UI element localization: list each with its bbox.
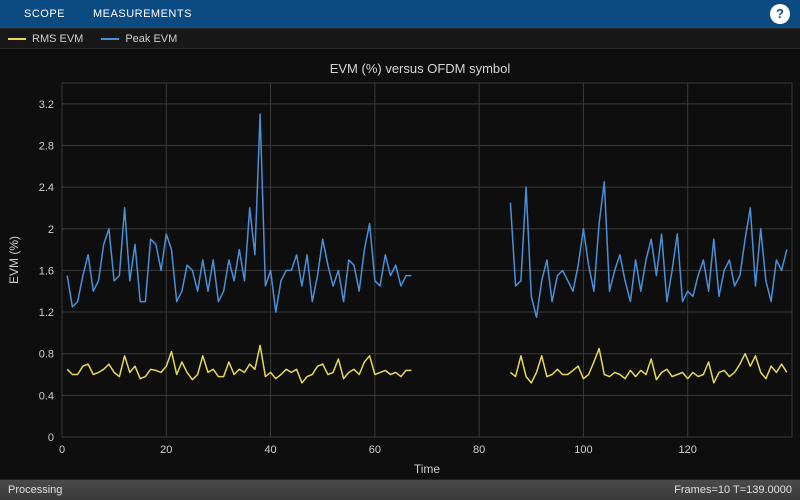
svg-text:120: 120	[679, 444, 697, 456]
x-axis-label: Time	[414, 462, 441, 476]
svg-text:20: 20	[160, 444, 172, 456]
chart-title: EVM (%) versus OFDM symbol	[330, 61, 511, 76]
legend-bar: RMS EVM Peak EVM	[0, 28, 800, 49]
svg-text:3.2: 3.2	[39, 99, 54, 111]
legend-swatch-peak	[101, 38, 119, 40]
svg-text:1.6: 1.6	[39, 265, 54, 277]
svg-text:40: 40	[264, 444, 276, 456]
svg-text:0: 0	[48, 432, 54, 444]
chart-region[interactable]: EVM (%) versus OFDM symbol 0204060801001…	[0, 49, 800, 479]
tab-scope[interactable]: SCOPE	[24, 8, 65, 20]
svg-text:2.4: 2.4	[39, 182, 54, 194]
legend-item-peak[interactable]: Peak EVM	[101, 33, 177, 45]
y-axis-label: EVM (%)	[7, 236, 21, 284]
status-bar: Processing Frames=10 T=139.0000	[0, 479, 800, 500]
svg-text:80: 80	[473, 444, 485, 456]
svg-text:60: 60	[369, 444, 381, 456]
tab-measurements[interactable]: MEASUREMENTS	[93, 8, 192, 20]
chart-svg: EVM (%) versus OFDM symbol 0204060801001…	[0, 49, 800, 479]
legend-label-rms: RMS EVM	[32, 33, 83, 45]
help-icon[interactable]: ?	[770, 4, 790, 24]
legend-swatch-rms	[8, 38, 26, 40]
svg-text:2.8: 2.8	[39, 140, 54, 152]
svg-text:100: 100	[574, 444, 592, 456]
legend-item-rms[interactable]: RMS EVM	[8, 33, 83, 45]
legend-label-peak: Peak EVM	[125, 33, 177, 45]
svg-text:2: 2	[48, 224, 54, 236]
svg-text:0.8: 0.8	[39, 349, 54, 361]
svg-text:1.2: 1.2	[39, 307, 54, 319]
svg-text:0.4: 0.4	[39, 390, 54, 402]
svg-text:0: 0	[59, 444, 65, 456]
status-left: Processing	[8, 484, 62, 496]
top-toolbar: SCOPE MEASUREMENTS ?	[0, 0, 800, 28]
status-right: Frames=10 T=139.0000	[674, 484, 792, 496]
